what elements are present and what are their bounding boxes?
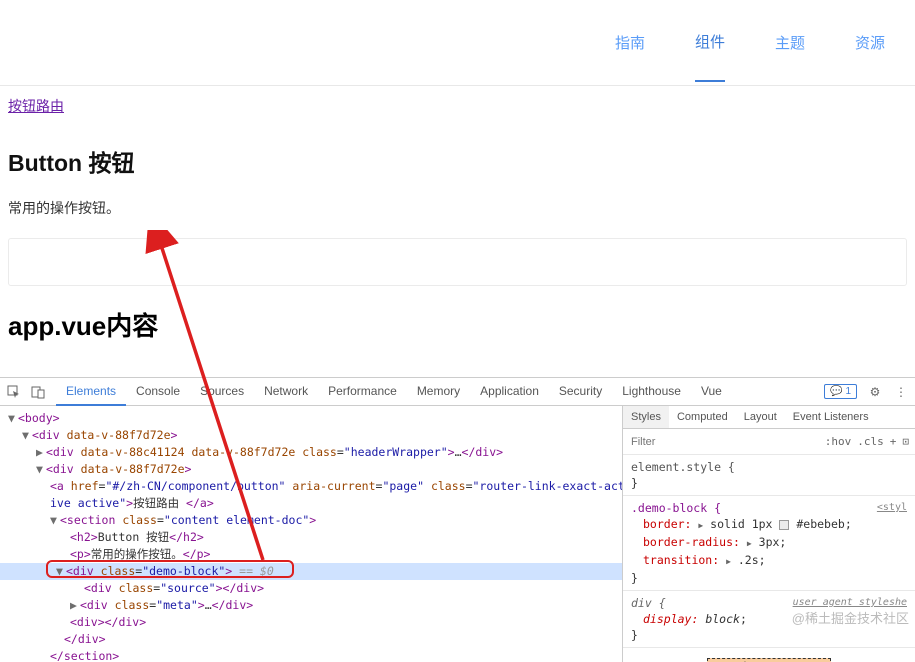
watermark: @稀土掘金技术社区 (792, 608, 909, 627)
cls-toggle[interactable]: .cls (857, 435, 884, 448)
tree-line[interactable]: ive active">按钮路由 </a> (0, 495, 622, 512)
nav-component[interactable]: 组件 (695, 31, 725, 82)
tab-elements[interactable]: Elements (56, 378, 126, 406)
styles-content[interactable]: element.style { } <styl .demo-block { bo… (623, 455, 915, 662)
sp-tab-event[interactable]: Event Listeners (785, 406, 877, 428)
sp-tab-layout[interactable]: Layout (736, 406, 785, 428)
styles-tabs: Styles Computed Layout Event Listeners (623, 406, 915, 429)
tab-performance[interactable]: Performance (318, 378, 407, 406)
issues-badge[interactable]: 💬 1 (824, 384, 857, 399)
section-heading: app.vue内容 (8, 306, 907, 343)
styles-filter-row: :hov .cls + ⊡ (623, 429, 915, 455)
tree-line-selected[interactable]: ▼<div class="demo-block"> == $0 (0, 563, 622, 580)
demo-block (8, 238, 907, 286)
tree-line[interactable]: <p>常用的操作按钮。</p> (0, 546, 622, 563)
elements-tree[interactable]: ▼<body> ▼<div data-v-88f7d72e> ▶<div dat… (0, 406, 622, 662)
tree-line[interactable]: ▼<section class="content element-doc"> (0, 512, 622, 529)
source-link[interactable]: <styl (877, 500, 907, 516)
styles-filter-input[interactable] (623, 432, 825, 452)
rule-element-style[interactable]: element.style { } (623, 455, 915, 496)
tree-line[interactable]: <h2>Button 按钮</h2> (0, 529, 622, 546)
devtools-tabs: Elements Console Sources Network Perform… (56, 378, 824, 406)
devtools-toolbar: Elements Console Sources Network Perform… (0, 378, 915, 406)
page-heading: Button 按钮 (8, 144, 907, 178)
nav-resource[interactable]: 资源 (855, 32, 885, 53)
sp-tab-styles[interactable]: Styles (623, 406, 669, 428)
tree-line[interactable]: ▼<body> (0, 410, 622, 427)
box-model[interactable]: margin - (623, 648, 915, 662)
breadcrumb-link[interactable]: 按钮路由 (8, 98, 64, 114)
page-content: 按钮路由 Button 按钮 常用的操作按钮。 app.vue内容 (0, 86, 915, 353)
tree-line[interactable]: ▼<div data-v-88f7d72e> (0, 427, 622, 444)
sp-tab-computed[interactable]: Computed (669, 406, 736, 428)
rule-demo-block[interactable]: <styl .demo-block { border: ▶ solid 1px … (623, 496, 915, 591)
top-nav: 指南 组件 主题 资源 (0, 0, 915, 86)
tab-security[interactable]: Security (549, 378, 612, 406)
tab-application[interactable]: Application (470, 378, 549, 406)
inspect-icon[interactable] (6, 384, 22, 400)
tree-line[interactable]: <a href="#/zh-CN/component/button" aria-… (0, 478, 622, 495)
tree-line[interactable]: </section> (0, 648, 622, 662)
devtools-panel: Elements Console Sources Network Perform… (0, 377, 915, 662)
styles-more-icon[interactable]: ⊡ (902, 435, 909, 448)
tree-line[interactable]: <div class="source"></div> (0, 580, 622, 597)
tree-line[interactable]: </div> (0, 631, 622, 648)
tab-console[interactable]: Console (126, 378, 190, 406)
nav-theme[interactable]: 主题 (775, 32, 805, 53)
tree-line[interactable]: <div></div> (0, 614, 622, 631)
add-rule-icon[interactable]: + (890, 435, 897, 448)
gear-icon[interactable]: ⚙ (867, 384, 883, 400)
tree-line[interactable]: ▼<div data-v-88f7d72e> (0, 461, 622, 478)
tree-line[interactable]: ▶<div data-v-88c41124 data-v-88f7d72e cl… (0, 444, 622, 461)
tab-vue[interactable]: Vue (691, 378, 732, 406)
tab-lighthouse[interactable]: Lighthouse (612, 378, 691, 406)
tab-network[interactable]: Network (254, 378, 318, 406)
tab-sources[interactable]: Sources (190, 378, 254, 406)
page-desc: 常用的操作按钮。 (8, 198, 907, 218)
hov-toggle[interactable]: :hov (825, 435, 852, 448)
nav-guide[interactable]: 指南 (615, 32, 645, 53)
more-icon[interactable]: ⋮ (893, 384, 909, 400)
tree-line[interactable]: ▶<div class="meta">…</div> (0, 597, 622, 614)
device-icon[interactable] (30, 384, 46, 400)
tab-memory[interactable]: Memory (407, 378, 470, 406)
